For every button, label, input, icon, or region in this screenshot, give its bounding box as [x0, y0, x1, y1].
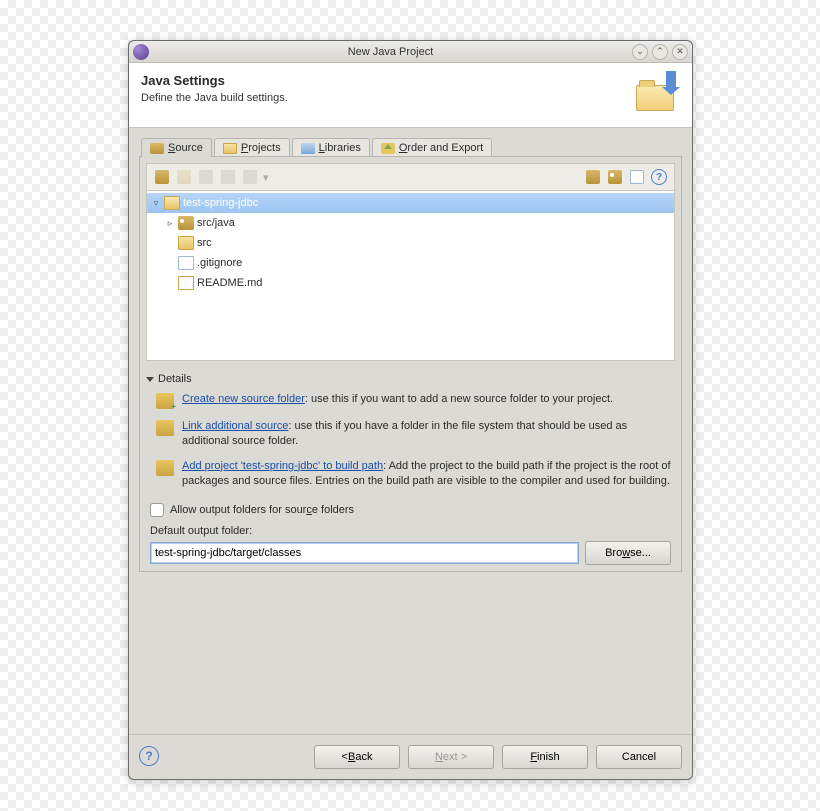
folder-import-icon [632, 73, 680, 113]
detail-text: : use this if you want to add a new sour… [305, 393, 613, 405]
link-source-button [175, 168, 193, 186]
titlebar[interactable]: New Java Project ⌄ ⌃ ✕ [129, 41, 692, 63]
allow-output-folders-checkbox[interactable] [150, 503, 164, 517]
link-source-icon [156, 420, 174, 436]
new-source-folder-button[interactable] [153, 168, 171, 186]
tab-order-export[interactable]: Order and Export [372, 138, 492, 157]
eclipse-icon [133, 44, 149, 60]
default-output-folder-input[interactable] [150, 542, 579, 564]
help-button[interactable]: ? [650, 168, 668, 186]
maximize-button[interactable]: ⌃ [652, 44, 668, 60]
minimize-button[interactable]: ⌄ [632, 44, 648, 60]
library-icon [301, 143, 315, 154]
detail-create-source-folder: Create new source folder: use this if yo… [146, 387, 675, 414]
page-subtitle: Define the Java build settings. [141, 92, 632, 104]
finish-button[interactable]: Finish [502, 745, 588, 769]
add-to-buildpath-button[interactable] [584, 168, 602, 186]
toggle-button [241, 168, 259, 186]
allow-output-folders-label: Allow output folders for source folders [170, 504, 354, 516]
source-tab-panel: ▾ ? ▿ test-spring-jdbc ▹ src/java [139, 156, 682, 572]
close-button[interactable]: ✕ [672, 44, 688, 60]
tab-source-label: ource [175, 142, 203, 154]
configure-output-button[interactable] [628, 168, 646, 186]
tree-node[interactable]: README.md [147, 273, 674, 293]
source-folder-icon [178, 216, 194, 230]
wizard-header: Java Settings Define the Java build sett… [129, 63, 692, 128]
page-title: Java Settings [141, 73, 632, 88]
window-title: New Java Project [153, 46, 628, 58]
configure-inclusion-button[interactable] [606, 168, 624, 186]
default-output-label: Default output folder: [150, 525, 671, 537]
file-icon [178, 256, 194, 270]
next-button: Next > [408, 745, 494, 769]
cancel-button[interactable]: Cancel [596, 745, 682, 769]
tree-node[interactable]: src [147, 233, 674, 253]
tab-libraries[interactable]: Libraries [292, 138, 370, 157]
settings-tabs: Source Projects Libraries Order and Expo… [141, 138, 682, 157]
folder-icon [178, 236, 194, 250]
back-button[interactable]: < Back [314, 745, 400, 769]
tree-node[interactable]: .gitignore [147, 253, 674, 273]
tree-node-label: src [197, 237, 212, 249]
help-icon[interactable]: ? [139, 746, 161, 768]
tab-projects[interactable]: Projects [214, 138, 290, 157]
chevron-down-icon [146, 377, 154, 382]
link-additional-source-link[interactable]: Link additional source [182, 420, 288, 432]
detail-add-project-buildpath: Add project 'test-spring-jdbc' to build … [146, 454, 675, 494]
new-source-folder-icon [156, 393, 174, 409]
tree-node[interactable]: ▹ src/java [147, 213, 674, 233]
add-project-buildpath-link[interactable]: Add project 'test-spring-jdbc' to build … [182, 460, 383, 472]
wizard-window: New Java Project ⌄ ⌃ ✕ Java Settings Def… [128, 40, 693, 780]
project-icon [164, 196, 180, 210]
details-toggle[interactable]: Details [146, 371, 675, 387]
expand-icon[interactable]: ▿ [151, 198, 161, 209]
tree-root-project[interactable]: ▿ test-spring-jdbc [147, 193, 674, 213]
expand-icon[interactable]: ▹ [165, 218, 175, 229]
tree-root-label: test-spring-jdbc [183, 197, 258, 209]
add-project-icon [156, 460, 174, 476]
tab-source[interactable]: Source [141, 138, 212, 157]
markdown-file-icon [178, 276, 194, 290]
create-source-folder-link[interactable]: Create new source folder [182, 393, 305, 405]
wizard-footer: ? < Back Next > Finish Cancel [129, 734, 692, 779]
detail-link-additional-source: Link additional source: use this if you … [146, 414, 675, 454]
details-section: Details Create new source folder: use th… [146, 371, 675, 493]
allow-output-folders-row: Allow output folders for source folders [150, 503, 671, 517]
edit-button [197, 168, 215, 186]
order-export-icon [381, 143, 395, 154]
source-toolbar: ▾ ? [146, 163, 675, 191]
folder-icon [223, 143, 237, 154]
browse-button[interactable]: Browse... [585, 541, 671, 565]
details-label: Details [158, 373, 192, 385]
source-folders-tree[interactable]: ▿ test-spring-jdbc ▹ src/java src [146, 191, 675, 361]
package-icon [150, 143, 164, 154]
tree-node-label: .gitignore [197, 257, 242, 269]
tree-node-label: README.md [197, 277, 262, 289]
remove-button [219, 168, 237, 186]
tree-node-label: src/java [197, 217, 235, 229]
